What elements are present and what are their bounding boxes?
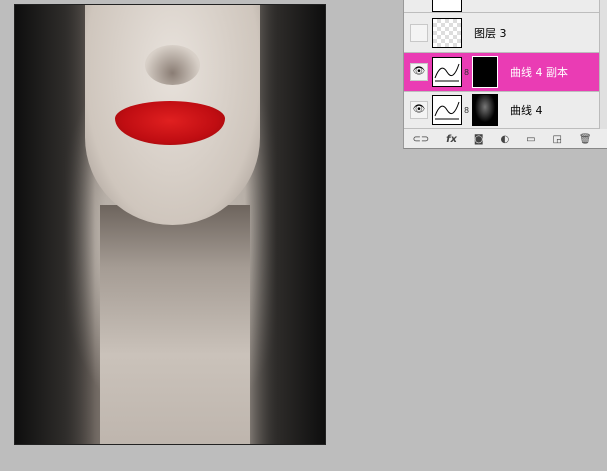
eye-icon[interactable]: 👁 <box>410 101 428 119</box>
visibility-toggle[interactable] <box>410 24 428 42</box>
new-layer-icon[interactable]: ◲ <box>552 134 561 145</box>
layer-thumbnail <box>432 18 462 48</box>
layers-footer: ⊂⊃ fx ◙ ◐ ▭ ◲ 🗑 <box>404 129 600 149</box>
trash-icon[interactable]: 🗑 <box>579 134 592 145</box>
layer-row[interactable]: 👁 8 曲线 4 <box>404 92 600 129</box>
layer-row-selected[interactable]: 👁 8 曲线 4 副本 <box>404 53 600 92</box>
curves-thumbnail <box>432 57 462 87</box>
layer-name: 曲线 4 <box>510 104 543 117</box>
chain-icon[interactable]: 8 <box>464 68 470 77</box>
link-icon[interactable]: ⊂⊃ <box>412 134 429 145</box>
layers-panel: 图层 3 👁 8 曲线 4 副本 👁 8 曲线 4 ⊂⊃ fx ◙ ◐ ▭ ◲ … <box>403 0 607 149</box>
nose <box>145 45 200 85</box>
canvas-image[interactable] <box>14 4 326 445</box>
eye-icon[interactable]: 👁 <box>410 63 428 81</box>
scrollbar[interactable] <box>599 0 607 129</box>
mask-icon[interactable]: ◙ <box>474 134 484 145</box>
layer-name: 图层 3 <box>474 27 507 40</box>
folder-icon[interactable]: ▭ <box>526 134 535 145</box>
chain-icon[interactable]: 8 <box>464 106 470 115</box>
adjustment-icon[interactable]: ◐ <box>500 134 509 145</box>
layer-mask-thumbnail[interactable] <box>472 94 498 126</box>
curves-thumbnail <box>432 95 462 125</box>
layer-thumbnail <box>432 0 462 12</box>
layer-row-partial[interactable] <box>404 0 600 13</box>
fx-icon[interactable]: fx <box>446 134 457 145</box>
layer-mask-thumbnail[interactable] <box>472 56 498 88</box>
neck <box>100 205 250 444</box>
layer-name: 曲线 4 副本 <box>510 66 568 79</box>
layer-row[interactable]: 图层 3 <box>404 14 600 53</box>
hair-left <box>15 5 95 444</box>
